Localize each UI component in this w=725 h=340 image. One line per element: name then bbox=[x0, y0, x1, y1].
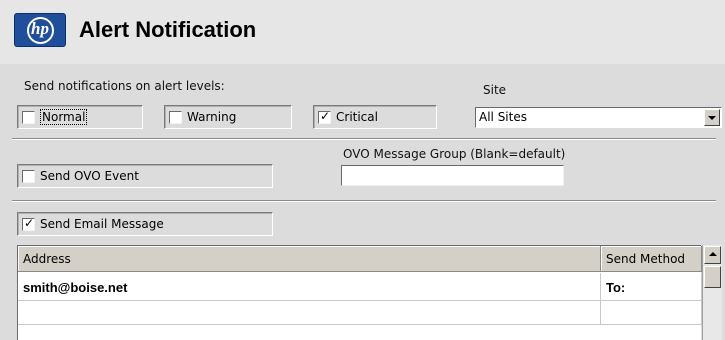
normal-label: Normal bbox=[40, 109, 88, 125]
table-row-address-cell[interactable]: smith@boise.net bbox=[18, 273, 601, 301]
chevron-up-icon bbox=[709, 252, 717, 256]
site-select[interactable]: All Sites bbox=[475, 107, 722, 128]
send-ovo-event-checkbox[interactable] bbox=[22, 170, 35, 183]
check-mark-icon: ✓ bbox=[24, 216, 35, 230]
table-scrollbar[interactable] bbox=[702, 245, 722, 340]
table-row-address-cell[interactable] bbox=[18, 301, 601, 325]
send-email-group[interactable]: ✓ Send Email Message bbox=[17, 212, 273, 236]
send-email-label: Send Email Message bbox=[40, 217, 164, 231]
send-ovo-event-label: Send OVO Event bbox=[40, 169, 139, 183]
scrollbar-thumb[interactable] bbox=[704, 266, 721, 288]
logo-text: hp bbox=[31, 19, 49, 38]
warning-checkbox-group[interactable]: Warning bbox=[164, 105, 292, 129]
column-header-label: Send Method bbox=[606, 252, 686, 266]
ovo-group-label: OVO Message Group (Blank=default) bbox=[343, 147, 566, 161]
address-value: smith@boise.net bbox=[23, 280, 128, 295]
warning-checkbox[interactable] bbox=[169, 111, 182, 124]
email-address-table[interactable]: Address Send Method smith@boise.net To: bbox=[17, 245, 702, 340]
critical-checkbox-group[interactable]: ✓ Critical bbox=[313, 105, 437, 129]
divider bbox=[12, 200, 716, 202]
critical-label: Critical bbox=[336, 110, 378, 124]
normal-checkbox-group[interactable]: Normal bbox=[17, 105, 143, 129]
send-ovo-event-group[interactable]: Send OVO Event bbox=[17, 164, 273, 188]
page-title: Alert Notification bbox=[79, 17, 257, 42]
settings-panel: Send notifications on alert levels: Norm… bbox=[0, 64, 725, 340]
normal-checkbox[interactable] bbox=[22, 111, 35, 124]
column-header-address[interactable]: Address bbox=[18, 246, 601, 272]
divider bbox=[12, 138, 716, 140]
column-header-label: Address bbox=[23, 252, 71, 266]
critical-checkbox[interactable]: ✓ bbox=[318, 109, 331, 124]
method-value: To: bbox=[606, 280, 626, 295]
site-label: Site bbox=[483, 83, 507, 97]
chevron-down-icon bbox=[708, 116, 716, 120]
header-bar: hp Alert Notification bbox=[0, 0, 725, 64]
send-email-checkbox[interactable]: ✓ bbox=[22, 216, 35, 231]
column-header-send-method[interactable]: Send Method bbox=[601, 246, 702, 272]
hp-logo: hp bbox=[14, 13, 66, 47]
table-row-method-cell[interactable] bbox=[601, 301, 702, 325]
check-mark-icon: ✓ bbox=[320, 109, 331, 123]
site-select-value: All Sites bbox=[479, 110, 527, 124]
site-dropdown-button[interactable] bbox=[704, 109, 720, 126]
table-row-method-cell[interactable]: To: bbox=[601, 273, 702, 301]
scroll-up-button[interactable] bbox=[704, 246, 721, 264]
warning-label: Warning bbox=[187, 110, 237, 124]
ovo-group-input[interactable] bbox=[341, 165, 564, 186]
alert-levels-label: Send notifications on alert levels: bbox=[24, 79, 225, 93]
